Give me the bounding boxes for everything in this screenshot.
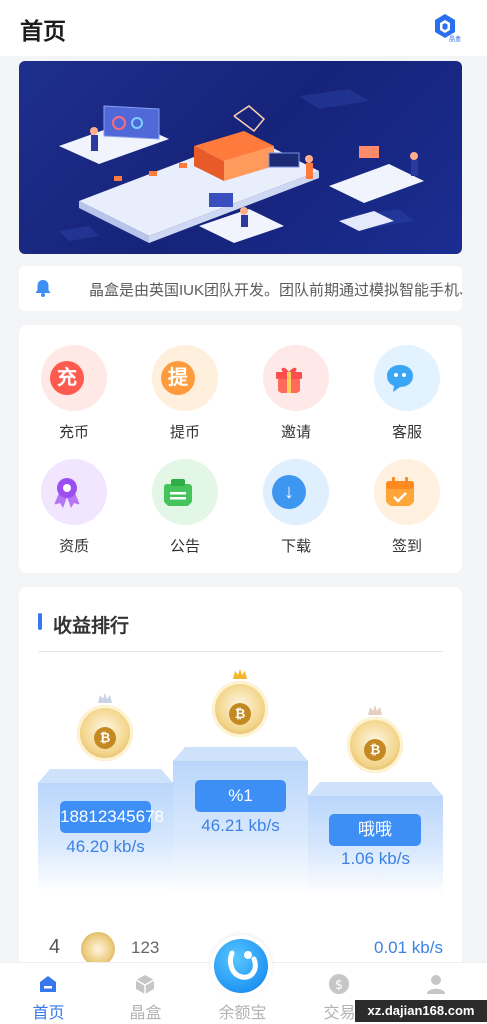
crown-icon bbox=[233, 669, 247, 679]
balance-icon bbox=[227, 950, 258, 980]
rank-speed-third: 1.06 kb/s bbox=[341, 849, 410, 868]
rank-avatar bbox=[81, 932, 115, 966]
rank-badge-first: ₿ bbox=[212, 669, 268, 737]
calendar-icon bbox=[386, 477, 414, 506]
rank-name-third: 哦哦 bbox=[329, 814, 421, 846]
medal-icon bbox=[54, 478, 80, 508]
rank-speed-second: 46.20 kb/s bbox=[66, 837, 145, 856]
menu-item-invite[interactable]: 邀请 bbox=[256, 345, 336, 445]
bell-icon bbox=[35, 280, 51, 297]
crown-icon bbox=[368, 705, 382, 715]
podium-first-top bbox=[173, 747, 308, 761]
section-accent-bar bbox=[38, 613, 42, 630]
rank-name-second: 18812345678 bbox=[60, 801, 164, 833]
chat-icon bbox=[387, 365, 413, 392]
bitcoin-icon: ₿ bbox=[364, 739, 386, 761]
rank-number: 4 bbox=[49, 936, 61, 958]
tab-home[interactable]: 首页 bbox=[0, 963, 97, 1024]
rank-speed-first: 46.21 kb/s bbox=[201, 816, 280, 835]
menu-item-label: 邀请 bbox=[280, 424, 311, 441]
bitcoin-icon: ₿ bbox=[94, 727, 116, 749]
gift-icon bbox=[276, 367, 302, 393]
podium-third-top bbox=[308, 782, 443, 796]
top-header: 首页 晶盒 bbox=[0, 0, 487, 56]
earnings-ranking-panel: 收益排行 ₿ 18812345678 46.20 kb/s ₿ %1 46.21… bbox=[19, 587, 462, 967]
recharge-icon: 充 bbox=[50, 361, 84, 395]
menu-item-label: 资质 bbox=[58, 538, 89, 555]
rank-name-first: %1 bbox=[195, 780, 286, 812]
notice-board-icon bbox=[164, 479, 192, 506]
bitcoin-icon: ₿ bbox=[229, 703, 251, 725]
menu-item-label: 充币 bbox=[58, 424, 89, 441]
crown-icon bbox=[98, 693, 112, 703]
rank-speed: 0.01 kb/s bbox=[374, 938, 443, 957]
page-title: 首页 bbox=[20, 18, 66, 44]
rank-badge-second: ₿ bbox=[77, 693, 133, 761]
rank-badge-third: ₿ bbox=[347, 705, 403, 773]
menu-item-download[interactable]: ↓ 下载 bbox=[256, 459, 336, 559]
divider bbox=[38, 651, 443, 652]
menu-item-withdraw[interactable]: 提 提币 bbox=[145, 345, 225, 445]
tab-label: 余额宝 bbox=[218, 1005, 267, 1022]
announcement-bar[interactable]: 晶盒是由英国IUK团队开发。团队前期通过模拟智能手机、 bbox=[19, 266, 462, 311]
isometric-illustration bbox=[59, 89, 424, 243]
menu-item-support[interactable]: 客服 bbox=[367, 345, 447, 445]
menu-item-recharge[interactable]: 充 充币 bbox=[34, 345, 114, 445]
svg-text:$: $ bbox=[335, 978, 343, 993]
user-icon bbox=[427, 975, 445, 994]
function-menu: 充 充币 提 提币 邀请 客服 资质 公告 ↓ 下载 签到 bbox=[19, 325, 462, 573]
menu-item-announcement[interactable]: 公告 bbox=[145, 459, 225, 559]
tab-label: 晶盒 bbox=[129, 1005, 162, 1022]
menu-item-label: 客服 bbox=[391, 424, 422, 441]
menu-item-label: 提币 bbox=[169, 424, 200, 441]
home-icon bbox=[40, 976, 56, 992]
menu-item-label: 签到 bbox=[391, 538, 422, 555]
tab-label: 首页 bbox=[32, 1005, 65, 1022]
watermark-text: xz.dajian168.com bbox=[355, 1000, 487, 1022]
balance-center-button[interactable] bbox=[210, 935, 272, 997]
menu-item-checkin[interactable]: 签到 bbox=[367, 459, 447, 559]
tab-box[interactable]: 晶盒 bbox=[97, 963, 194, 1024]
download-icon: ↓ bbox=[272, 475, 306, 509]
logo-caption: 晶盒 bbox=[448, 37, 461, 43]
box-icon bbox=[135, 975, 155, 994]
rank-user-name: 123 bbox=[131, 938, 160, 957]
menu-item-label: 公告 bbox=[169, 538, 200, 555]
section-title: 收益排行 bbox=[53, 616, 130, 637]
podium-second-top bbox=[38, 769, 173, 783]
promo-banner[interactable] bbox=[19, 61, 462, 254]
menu-item-label: 下载 bbox=[280, 538, 311, 555]
trade-icon: $ bbox=[329, 974, 349, 994]
menu-item-qualification[interactable]: 资质 bbox=[34, 459, 114, 559]
withdraw-icon: 提 bbox=[161, 361, 195, 395]
announcement-text: 晶盒是由英国IUK团队开发。团队前期通过模拟智能手机、 bbox=[89, 282, 462, 299]
